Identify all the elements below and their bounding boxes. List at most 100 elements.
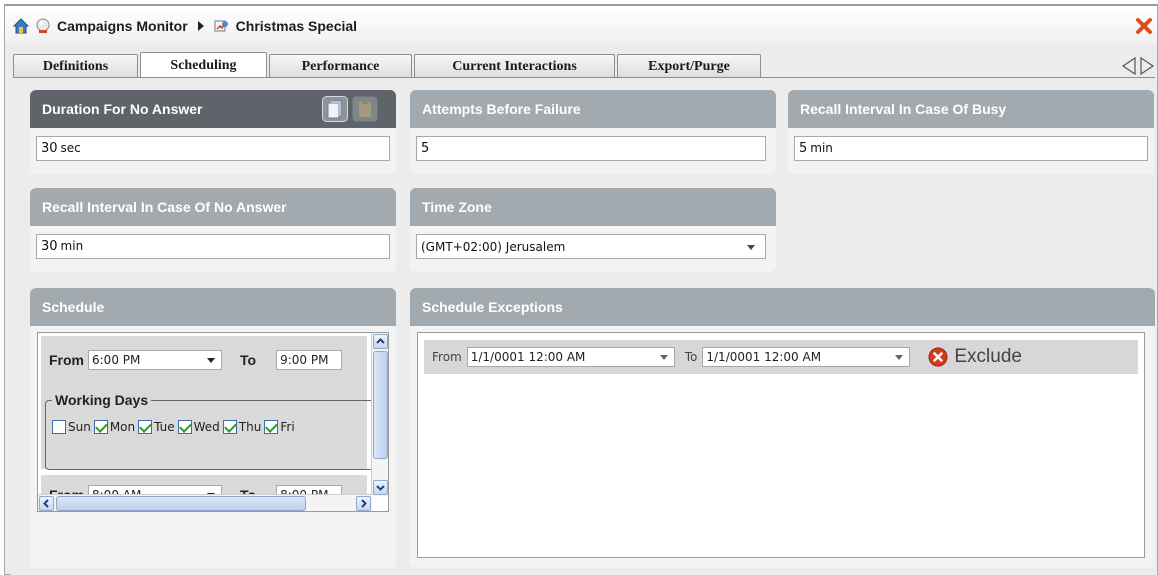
- from-label: From: [49, 352, 84, 368]
- paste-icon[interactable]: [352, 96, 378, 122]
- tab-definitions[interactable]: Definitions: [13, 54, 138, 78]
- from-time-select[interactable]: 6:00 PM: [88, 350, 222, 370]
- recall-no-answer-value: 30: [41, 239, 58, 254]
- exception-from-label: From: [432, 350, 462, 364]
- schedule-time-range: From 6:00 PM To 9:00 PM: [49, 350, 343, 370]
- panel-attempts: Attempts Before Failure 5: [410, 90, 776, 174]
- tab-current-interactions[interactable]: Current Interactions: [414, 54, 615, 78]
- schedule-entry: From 6:00 PM To 9:00 PM Working Days Sun…: [41, 336, 375, 470]
- panel-schedule: Schedule From 6:00 PM To 9:00 PM Working…: [30, 288, 396, 568]
- exception-to-label: To: [684, 350, 698, 364]
- recall-no-answer-unit: min: [60, 239, 84, 253]
- time-zone-select[interactable]: (GMT+02:00) Jerusalem: [416, 234, 766, 259]
- chevron-down-icon: [207, 358, 215, 363]
- day-fri-label: Fri: [280, 420, 295, 434]
- chevron-down-icon: [659, 355, 668, 360]
- panel-header: Recall Interval In Case Of No Answer: [30, 188, 396, 226]
- tab-performance[interactable]: Performance: [269, 54, 412, 78]
- schedule-list[interactable]: From 6:00 PM To 9:00 PM Working Days Sun…: [37, 332, 389, 512]
- checkbox-fri[interactable]: [264, 420, 279, 434]
- checkbox-thu[interactable]: [222, 420, 237, 434]
- duration-no-answer-field[interactable]: 30 sec: [36, 136, 390, 161]
- day-sun-label: Sun: [68, 420, 91, 434]
- breadcrumb-separator-icon: [197, 21, 204, 31]
- panel-recall-busy: Recall Interval In Case Of Busy 5 min: [788, 90, 1154, 174]
- to-label: To: [240, 352, 257, 368]
- panel-header: Time Zone: [410, 188, 776, 226]
- vertical-scrollbar[interactable]: [371, 333, 388, 496]
- chevron-right-icon: [361, 499, 367, 508]
- recall-busy-unit: min: [810, 141, 833, 155]
- recall-busy-field[interactable]: 5 min: [794, 136, 1148, 161]
- day-thu-label: Thu: [238, 420, 262, 434]
- breadcrumb-christmas-special: Christmas Special: [235, 18, 358, 34]
- scroll-down-button[interactable]: [373, 480, 388, 495]
- panel-title: Duration For No Answer: [42, 101, 203, 117]
- panel-recall-no-answer: Recall Interval In Case Of No Answer 30 m…: [30, 188, 396, 272]
- checkbox-sun[interactable]: [52, 420, 66, 434]
- chevron-left-icon: [43, 499, 49, 508]
- checkbox-wed[interactable]: [177, 420, 192, 434]
- panel-title: Schedule Exceptions: [422, 299, 563, 315]
- exception-row: From 1/1/0001 12:00 AM To 1/1/0001 12:00…: [424, 340, 1138, 374]
- scheduling-content: Duration For No Answer 30 sec Attempts Be…: [10, 78, 1157, 575]
- exclude-button[interactable]: Exclude: [954, 346, 1022, 368]
- panel-time-zone: Time Zone (GMT+02:00) Jerusalem: [410, 188, 776, 272]
- campaigns-monitor-icon: [36, 18, 50, 33]
- duration-value: 30: [41, 141, 58, 156]
- window-frame: Campaigns Monitor Christmas Special Defi…: [4, 4, 1158, 575]
- chevron-down-icon: [747, 245, 755, 250]
- scroll-up-button[interactable]: [373, 334, 388, 349]
- tab-export-purge[interactable]: Export/Purge: [617, 54, 761, 78]
- to-time-select[interactable]: 9:00 PM: [276, 350, 343, 370]
- exclude-icon[interactable]: [928, 347, 948, 367]
- breadcrumb-campaigns-monitor[interactable]: Campaigns Monitor: [57, 18, 188, 34]
- working-days-label: Working Days: [52, 392, 152, 408]
- panel-header: Recall Interval In Case Of Busy: [788, 90, 1154, 128]
- time-zone-value: (GMT+02:00) Jerusalem: [421, 240, 566, 254]
- scroll-right-button[interactable]: [356, 496, 371, 511]
- tab-bar: Definitions Scheduling Performance Curre…: [13, 52, 763, 78]
- scroll-left-button[interactable]: [39, 496, 54, 511]
- horizontal-scroll-thumb[interactable]: [56, 496, 306, 511]
- tab-scheduling[interactable]: Scheduling: [140, 52, 267, 78]
- home-icon[interactable]: [13, 18, 29, 34]
- panel-title: Attempts Before Failure: [422, 101, 581, 117]
- checkbox-mon[interactable]: [93, 420, 108, 434]
- copy-icon[interactable]: [322, 96, 348, 122]
- duration-unit: sec: [60, 141, 81, 155]
- close-icon[interactable]: [1135, 17, 1153, 35]
- panel-title: Recall Interval In Case Of No Answer: [42, 199, 287, 215]
- panel-title: Time Zone: [422, 199, 492, 215]
- recall-no-answer-field[interactable]: 30 min: [36, 234, 390, 259]
- attempts-value: 5: [421, 141, 430, 156]
- tab-scroll-right-icon[interactable]: [1139, 56, 1155, 76]
- attempts-field[interactable]: 5: [416, 136, 766, 161]
- from-time-value: 6:00 PM: [92, 353, 141, 367]
- chevron-down-icon: [895, 355, 904, 360]
- day-wed-label: Wed: [193, 420, 220, 434]
- panel-schedule-exceptions: Schedule Exceptions From 1/1/0001 12:00 …: [410, 288, 1155, 568]
- chevron-down-icon: [376, 485, 385, 491]
- panel-title: Schedule: [42, 299, 105, 315]
- to-time-value: 9:00 PM: [280, 353, 329, 367]
- horizontal-scrollbar[interactable]: [38, 494, 372, 511]
- exception-from-value: 1/1/0001 12:00 AM: [470, 350, 586, 364]
- day-tue-label: Tue: [154, 420, 175, 434]
- panel-header: Schedule: [30, 288, 396, 326]
- campaign-icon: [214, 20, 228, 32]
- vertical-scroll-thumb[interactable]: [373, 351, 388, 459]
- panel-title: Recall Interval In Case Of Busy: [800, 101, 1007, 117]
- title-bar: Campaigns Monitor Christmas Special: [5, 6, 1157, 43]
- breadcrumb: Campaigns Monitor Christmas Special: [13, 16, 357, 36]
- working-days-group: Working Days Sun Mon Tue Wed Thu Fri: [45, 392, 375, 470]
- exception-to-date[interactable]: 1/1/0001 12:00 AM: [702, 347, 911, 367]
- panel-duration-no-answer: Duration For No Answer 30 sec: [30, 90, 396, 174]
- tab-scroller: [1121, 56, 1155, 76]
- recall-busy-value: 5: [799, 141, 808, 156]
- tab-scroll-left-icon[interactable]: [1121, 56, 1137, 76]
- exception-from-date[interactable]: 1/1/0001 12:00 AM: [466, 347, 675, 367]
- working-days-checkboxes: Sun Mon Tue Wed Thu Fri: [52, 420, 298, 434]
- checkbox-tue[interactable]: [138, 420, 153, 434]
- panel-header: Schedule Exceptions: [410, 288, 1155, 326]
